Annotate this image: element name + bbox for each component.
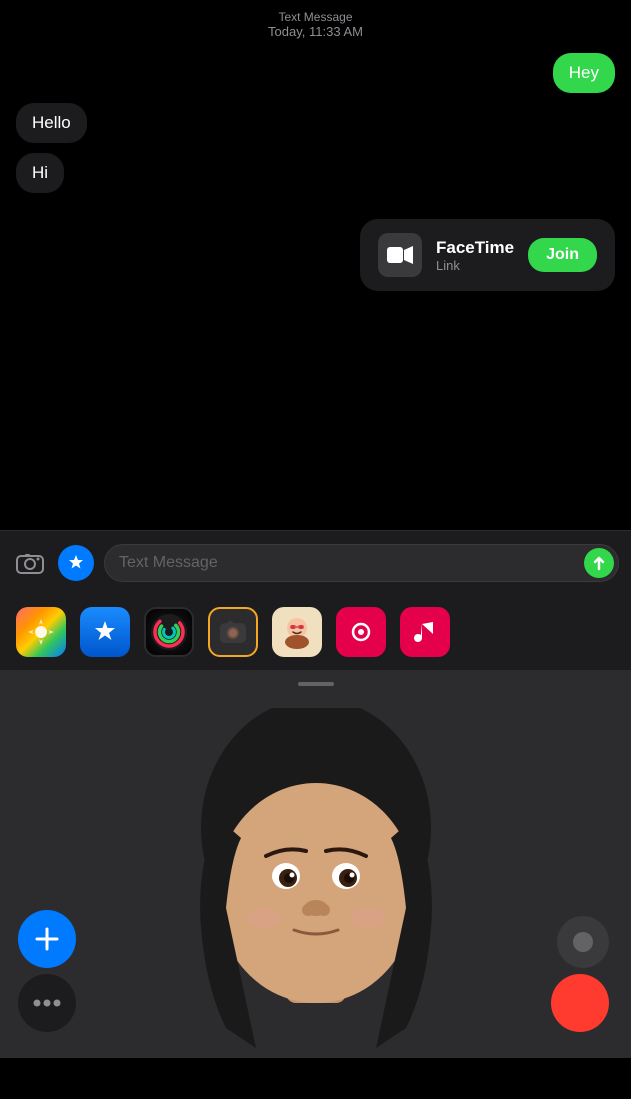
chat-area: Text Message Today, 11:33 AM Hey Hello H… xyxy=(0,0,631,530)
fitness-icon xyxy=(147,610,191,654)
text-input-placeholder: Text Message xyxy=(119,554,218,572)
drag-indicator-wrap xyxy=(0,670,631,688)
join-button[interactable]: Join xyxy=(528,238,597,272)
message-row-received-hello: Hello xyxy=(16,103,615,149)
facetime-info: FaceTime Link xyxy=(436,238,514,273)
add-button[interactable] xyxy=(18,910,76,968)
drag-indicator xyxy=(298,682,334,686)
camera-icon xyxy=(16,551,44,575)
app-icon-digital-touch[interactable] xyxy=(336,607,386,657)
app-icon-music[interactable] xyxy=(400,607,450,657)
app-icon-photos[interactable] xyxy=(16,607,66,657)
bubble-received-hi[interactable]: Hi xyxy=(16,153,64,193)
camera-button[interactable] xyxy=(12,545,48,581)
apps-button[interactable] xyxy=(58,545,94,581)
flip-icon xyxy=(570,929,596,955)
more-dots-icon xyxy=(33,998,61,1008)
text-input-wrap[interactable]: Text Message xyxy=(104,544,619,582)
message-row-received-hi: Hi xyxy=(16,153,615,199)
plus-icon xyxy=(33,925,61,953)
bubble-sent-hey[interactable]: Hey xyxy=(553,53,615,93)
facetime-subtitle: Link xyxy=(436,258,514,273)
message-row-sent: Hey xyxy=(16,53,615,99)
record-button[interactable] xyxy=(551,974,609,1032)
app-strip xyxy=(0,594,631,670)
memoji-camera-area xyxy=(0,688,631,1058)
appstore-small-icon xyxy=(66,553,86,573)
options-button[interactable] xyxy=(18,974,76,1032)
send-button[interactable] xyxy=(584,548,614,578)
facetime-title: FaceTime xyxy=(436,238,514,258)
mirror-button[interactable] xyxy=(557,916,609,968)
music-icon xyxy=(411,618,439,646)
timestamp-header: Text Message Today, 11:33 AM xyxy=(16,10,615,39)
memoji-camera-icon xyxy=(217,616,249,648)
facetime-bubble-row: FaceTime Link Join xyxy=(16,219,615,291)
send-arrow-icon xyxy=(591,555,607,571)
facetime-bubble: FaceTime Link Join xyxy=(360,219,615,291)
message-date: Text Message xyxy=(16,10,615,24)
message-time: Today, 11:33 AM xyxy=(16,24,615,39)
app-icon-memoji-stickers[interactable] xyxy=(272,607,322,657)
memoji-face-svg xyxy=(176,708,456,1048)
app-icon-appstore[interactable] xyxy=(80,607,130,657)
memoji-stickers-icon xyxy=(279,614,315,650)
facetime-icon xyxy=(378,233,422,277)
app-icon-memoji-camera[interactable] xyxy=(208,607,258,657)
input-bar: Text Message xyxy=(0,530,631,594)
bubble-received-hello[interactable]: Hello xyxy=(16,103,87,143)
digital-touch-icon xyxy=(347,618,375,646)
app-icon-fitness[interactable] xyxy=(144,607,194,657)
video-camera-icon xyxy=(387,242,413,268)
photos-icon xyxy=(26,617,56,647)
appstore-icon xyxy=(90,617,120,647)
